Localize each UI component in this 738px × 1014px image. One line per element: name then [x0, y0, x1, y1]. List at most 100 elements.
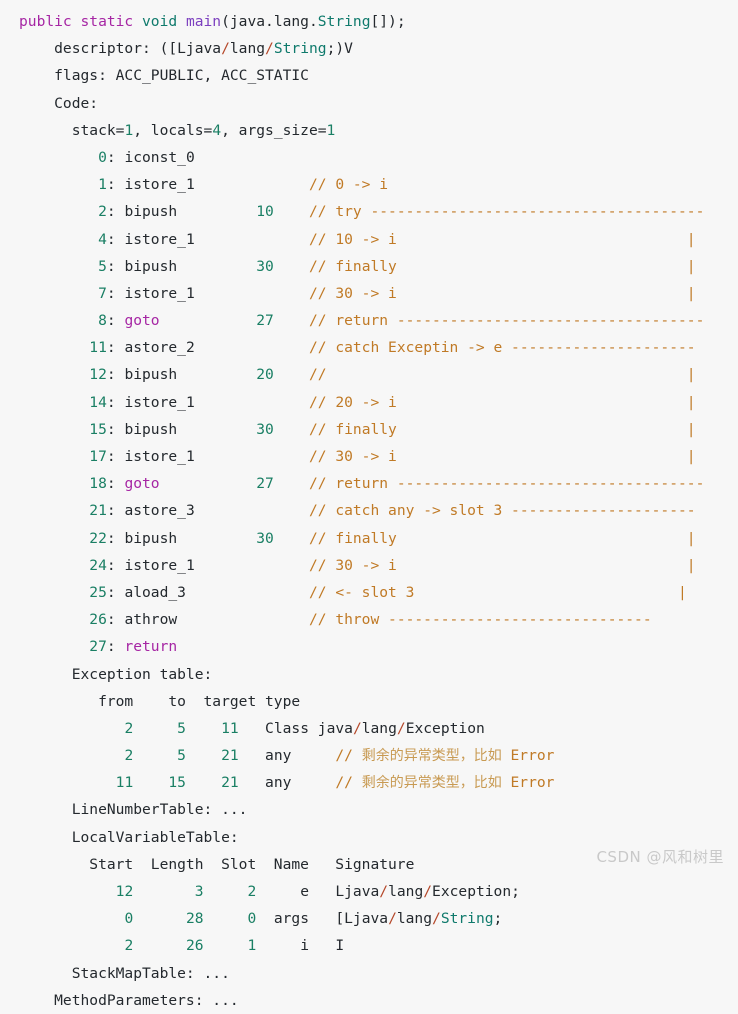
line-instr-4: 4: istore_1 // 10 -> i |	[0, 226, 738, 253]
code-token: 30	[256, 257, 274, 275]
code-token: :	[106, 312, 125, 330]
code-token: 4	[98, 230, 107, 248]
code-token: 4	[212, 121, 222, 139]
code-token: 21	[89, 502, 107, 520]
code-token: Code:	[19, 94, 99, 112]
code-token: any	[238, 774, 318, 792]
code-token: 20	[256, 366, 274, 384]
code-token: 剩余的异常类型，比如	[361, 775, 502, 792]
code-token: 26	[89, 611, 107, 629]
code-token: // finally |	[273, 529, 696, 547]
code-token: 8	[98, 312, 107, 330]
code-token: 2	[124, 937, 134, 955]
code-token: 30	[256, 420, 274, 438]
line-exception-table-header: Exception table:	[0, 661, 738, 688]
code-token: Class java	[238, 719, 353, 737]
code-token: 2	[124, 719, 134, 737]
code-token: String	[317, 13, 371, 30]
line-exception-row-1: 2 5 11 Class java/lang/Exception	[0, 715, 738, 742]
line-signature: public static void main(java.lang.String…	[0, 8, 738, 35]
code-token: 10	[256, 203, 274, 221]
code-token: (java.lang.	[221, 13, 318, 30]
code-token: : istore_1	[106, 230, 195, 248]
code-token: , locals=	[133, 121, 213, 139]
code-token: 11	[89, 339, 107, 357]
code-token: Exception table:	[19, 665, 213, 683]
code-token: flags: ACC_PUBLIC, ACC_STATIC	[19, 67, 309, 85]
code-token: /	[432, 910, 441, 928]
code-token: 2	[124, 747, 134, 765]
line-stackmaptable: StackMapTable: ...	[0, 960, 738, 987]
code-token: lang	[388, 883, 424, 900]
line-localvar-row-1: 12 3 2 e Ljava/lang/Exception;	[0, 878, 738, 905]
code-token: : aload_3	[106, 583, 186, 601]
line-methodparameters: MethodParameters: ...	[0, 987, 738, 1014]
code-token: /	[396, 719, 406, 737]
code-token: // 30 -> i |	[194, 556, 696, 574]
code-token: // finally |	[273, 257, 696, 275]
code-token: 30	[256, 529, 274, 547]
code-token: /	[388, 910, 397, 928]
code-token: ;	[493, 910, 503, 928]
code-token: lang	[361, 719, 397, 737]
code-token: LocalVariableTable:	[19, 828, 239, 846]
code-token: /	[352, 719, 362, 737]
code-token: args [Ljava	[256, 910, 389, 928]
code-token: 0	[98, 148, 107, 166]
code-token: : athrow	[106, 611, 178, 629]
line-instr-26: 26: athrow // throw --------------------…	[0, 606, 738, 633]
code-token: LineNumberTable: ...	[19, 801, 248, 819]
code-token: stack=	[19, 121, 125, 139]
code-token: : bipush	[106, 257, 257, 275]
line-linenumbertable: LineNumberTable: ...	[0, 796, 738, 823]
code-token: 21	[221, 774, 239, 792]
code-token: 5	[98, 257, 107, 275]
code-token: lang	[396, 910, 433, 928]
line-instr-21: 21: astore_3 // catch any -> slot 3 ----…	[0, 497, 738, 524]
code-token: void	[142, 13, 186, 30]
code-token: Exception	[405, 719, 485, 737]
line-code-header: Code:	[0, 90, 738, 117]
code-token: Error	[501, 747, 555, 765]
code-token: /	[423, 883, 433, 900]
line-instr-15: 15: bipush 30 // finally |	[0, 416, 738, 443]
line-instr-22: 22: bipush 30 // finally |	[0, 525, 738, 552]
code-token: any	[238, 747, 318, 765]
csdn-watermark: CSDN @风和树里	[596, 848, 724, 866]
line-instr-18: 18: goto 27 // return ------------------…	[0, 470, 738, 497]
line-instr-2: 2: bipush 10 // try --------------------…	[0, 198, 738, 225]
code-token: , args_size=	[221, 121, 327, 139]
code-token: 2	[247, 883, 257, 900]
line-exception-row-3: 11 15 21 any // 剩余的异常类型，比如 Error	[0, 769, 738, 796]
code-token: : istore_1	[106, 284, 195, 302]
code-token: 26	[185, 937, 204, 955]
code-token: // catch Exceptin -> e -----------------…	[194, 339, 696, 357]
code-token: goto	[124, 312, 160, 330]
code-token: // 0 -> i	[194, 176, 389, 194]
code-token: 3	[194, 883, 204, 900]
code-token: lang	[229, 40, 266, 58]
code-token: 12	[89, 366, 107, 384]
code-token: descriptor: ([Ljava	[19, 40, 222, 58]
